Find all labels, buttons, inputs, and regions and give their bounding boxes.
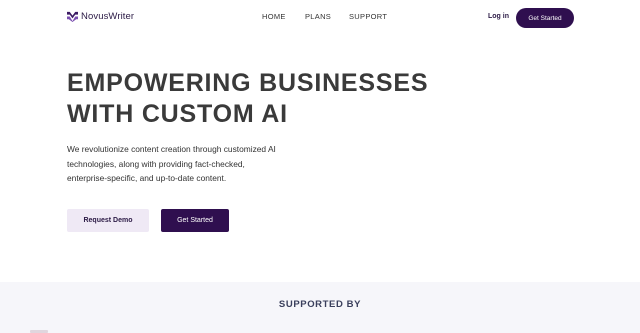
supported-by-title: SUPPORTED BY — [278, 299, 362, 310]
hero-description-line: enterprise-specific, and up-to-date cont… — [67, 173, 227, 183]
request-demo-button[interactable]: Request Demo — [67, 209, 149, 232]
brand-name: NovusWriter — [81, 11, 135, 22]
hero-title-line: EMPOWERING BUSINESSES — [67, 69, 429, 97]
brand-logo[interactable]: NovusWriter — [67, 11, 134, 22]
nav-get-started-button[interactable]: Get Started — [516, 8, 574, 28]
login-link[interactable]: Log in — [488, 13, 509, 20]
nav-support-link[interactable]: SUPPORT — [349, 12, 387, 21]
hero-get-started-button[interactable]: Get Started — [161, 209, 229, 232]
hero-description-line: We revolutionize content creation throug… — [67, 144, 276, 154]
hero-title-line: WITH CUSTOM AI — [67, 100, 288, 128]
supported-by-section: SUPPORTED BY — [0, 282, 640, 333]
nav-plans-link[interactable]: PLANS — [305, 12, 331, 21]
hero-description-line: technologies, along with providing fact-… — [67, 158, 245, 169]
top-navigation: NovusWriter HOME PLANS SUPPORT Log in Ge… — [0, 0, 640, 36]
nav-home-link[interactable]: HOME — [262, 12, 286, 21]
hero-title: EMPOWERING BUSINESSES WITH CUSTOM AI — [67, 68, 427, 130]
hero-description: We revolutionize content creation throug… — [67, 142, 307, 186]
novuswriter-logo-icon — [67, 11, 78, 22]
